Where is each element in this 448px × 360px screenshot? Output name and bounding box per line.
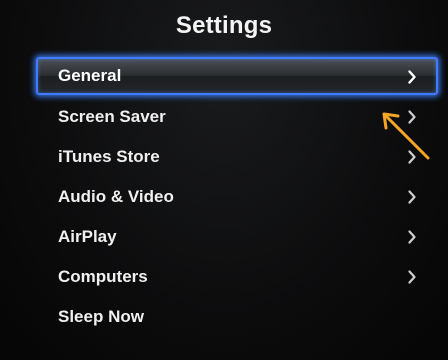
settings-menu: General Screen Saver iTunes Store Audio … [0,57,448,337]
menu-item-label: Computers [58,267,148,286]
menu-item-label: General [58,66,122,85]
menu-item-label: AirPlay [58,227,117,246]
menu-item-computers[interactable]: Computers [36,257,438,297]
menu-item-audio-video[interactable]: Audio & Video [36,177,438,217]
page-title: Settings [175,12,273,39]
chevron-right-icon [408,270,416,284]
chevron-right-icon [408,190,416,204]
menu-item-label: iTunes Store [58,147,160,166]
menu-item-label: Screen Saver [58,107,166,126]
menu-item-airplay[interactable]: AirPlay [36,217,438,257]
menu-item-general[interactable]: General [36,57,438,95]
settings-screen: Settings General Screen Saver iTunes Sto… [0,0,448,360]
menu-item-label: Sleep Now [58,307,144,326]
menu-item-sleep-now[interactable]: Sleep Now [36,297,438,337]
chevron-right-icon [408,70,416,84]
annotation-arrow-icon [382,112,430,160]
menu-item-label: Audio & Video [58,187,174,206]
chevron-right-icon [408,230,416,244]
